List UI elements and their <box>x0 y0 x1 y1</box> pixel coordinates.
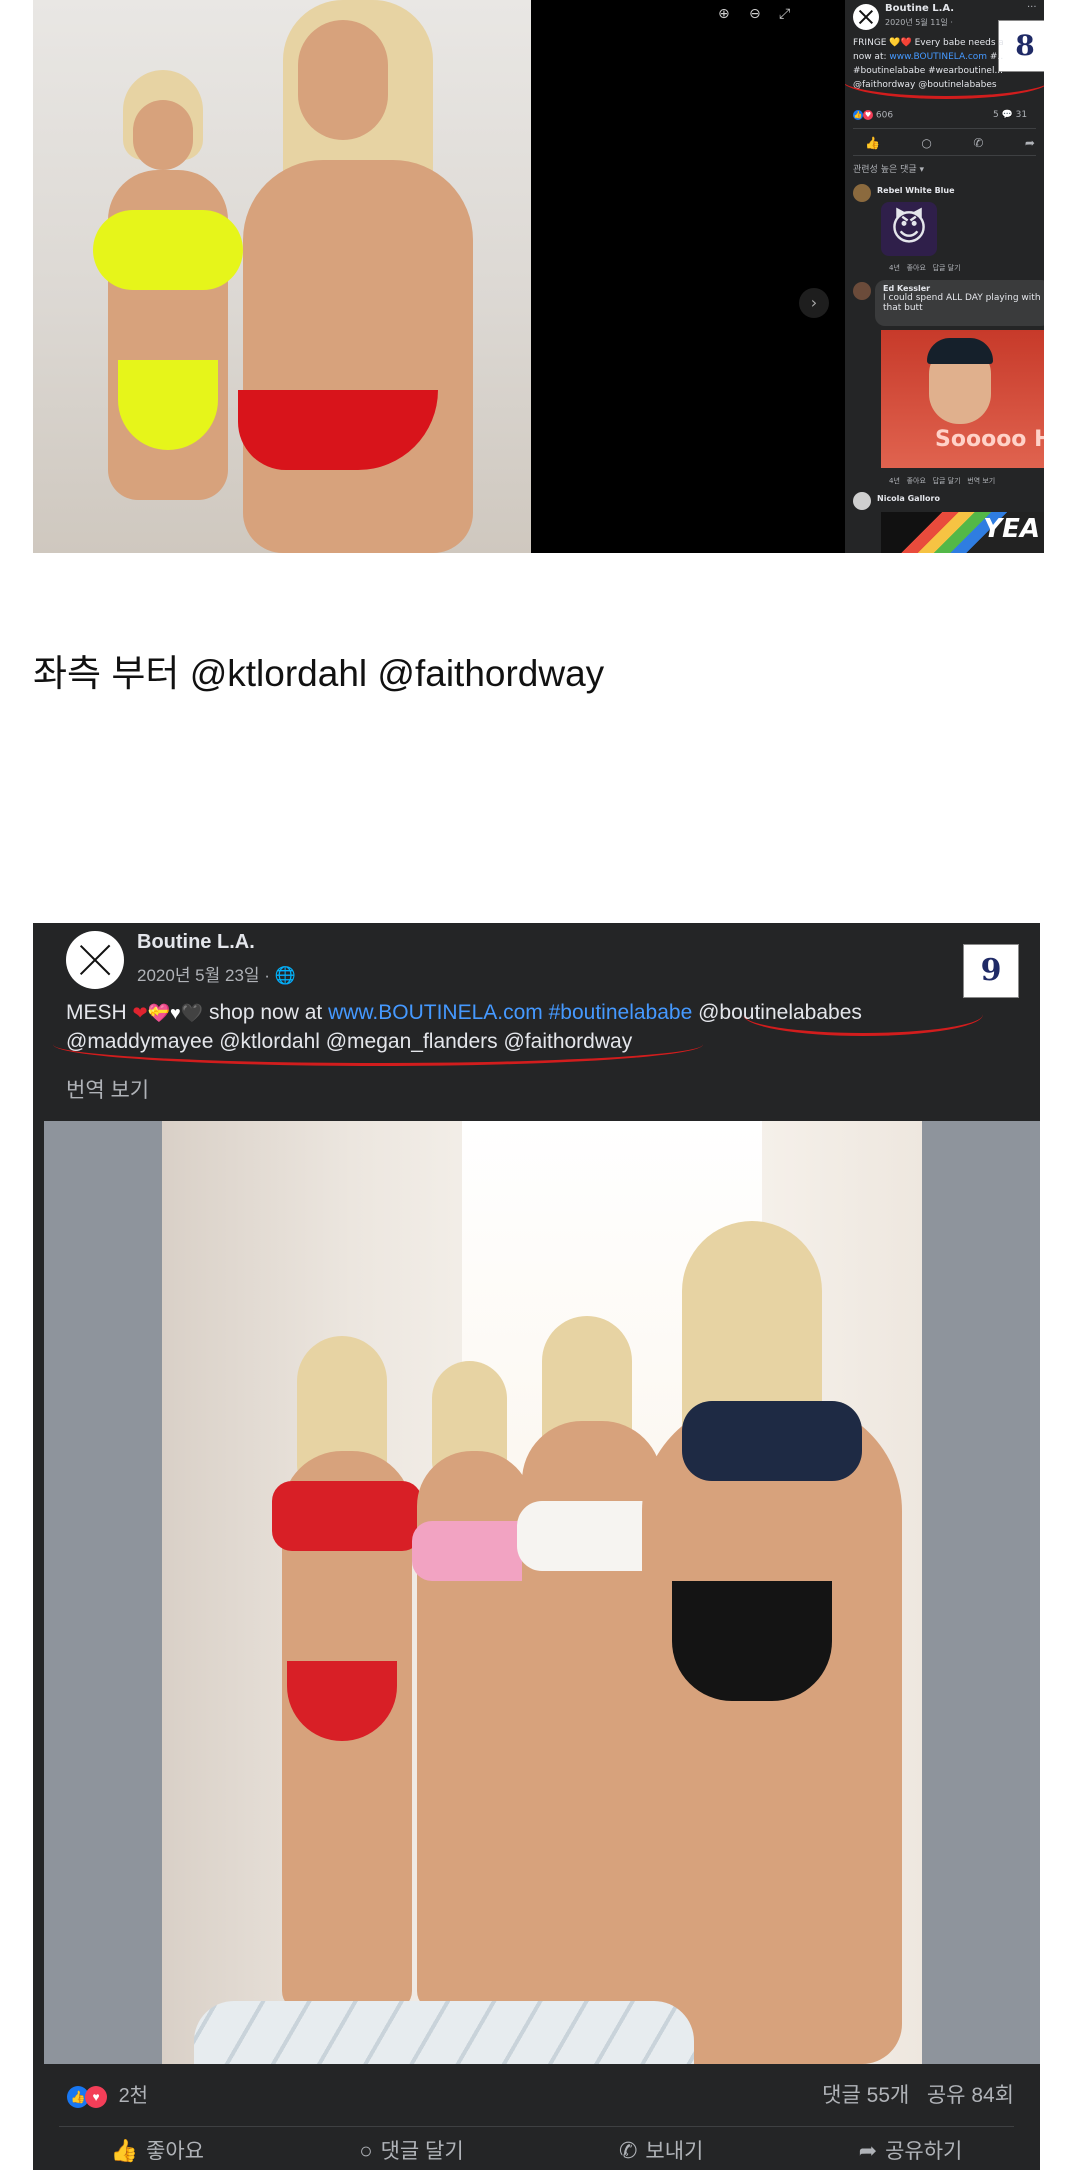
reaction-count: 2천 <box>118 2085 149 2107</box>
see-translation-link[interactable]: 번역 보기 <box>66 1074 149 1104</box>
gif-image: Sooooo Ho <box>881 330 1044 468</box>
photo-background <box>162 1121 922 2064</box>
website-link[interactable]: www.BOUTINELA.com <box>328 1001 543 1024</box>
gif-caption: YEA <box>983 514 1040 544</box>
commenter-avatar[interactable] <box>853 282 871 300</box>
love-reaction-icon: ♥ <box>85 2085 107 2108</box>
post-8-side-panel: Boutine L.A. 2020년 5월 11일 · ··· 8 FRINGE… <box>845 0 1044 553</box>
article-caption: 좌측 부터 @ktlordahl @faithordway <box>33 653 605 694</box>
bed-edge <box>194 2001 694 2064</box>
zoom-out-icon[interactable]: ⊖ <box>749 6 761 22</box>
sticker-image: 😈 <box>881 202 937 256</box>
shares-count[interactable]: 공유 84회 <box>927 2084 1014 2107</box>
messenger-icon: ✆ <box>618 2138 638 2163</box>
page-name[interactable]: Boutine L.A. <box>885 3 954 14</box>
commenter-name[interactable]: Rebel White Blue <box>877 186 955 195</box>
comment-text: that butt <box>883 303 923 313</box>
comment-meta[interactable]: 4년 좋아요 답글 달기 번역 보기 <box>889 476 995 486</box>
share-icon: ➦ <box>858 2138 878 2163</box>
more-options-icon[interactable]: ··· <box>1027 2 1037 13</box>
reaction-summary[interactable]: 👍 ♥ 606 <box>853 110 893 121</box>
commenter-avatar[interactable] <box>853 492 871 510</box>
post-date[interactable]: 2020년 5월 23일 · 🌐 <box>137 961 296 986</box>
divider <box>59 2126 1014 2127</box>
send-button[interactable]: ✆ 보내기 <box>619 2135 703 2165</box>
whatsapp-icon[interactable]: ✆ <box>973 136 983 150</box>
white-heart-icon: ♥ <box>170 1003 181 1023</box>
love-reaction-icon: ♥ <box>863 110 873 120</box>
post-9-photo[interactable] <box>44 1121 1040 2064</box>
like-label: 좋아요 <box>146 2140 204 2163</box>
share-label: 공유하기 <box>885 2140 963 2163</box>
post-8-photo <box>33 0 531 553</box>
post-text: MESH <box>66 1001 133 1024</box>
reaction-count: 606 <box>875 110 894 121</box>
fullscreen-icon[interactable]: ⤢ <box>779 6 790 22</box>
action-bar: 👍 좋아요 ○ 댓글 달기 ✆ 보내기 ➦ 공유하기 <box>33 2135 1040 2165</box>
comment-meta[interactable]: 4년 좋아요 답글 달기 <box>889 263 961 273</box>
send-label: 보내기 <box>645 2140 704 2163</box>
comment-label: 댓글 달기 <box>380 2140 464 2163</box>
heart-ribbon-icon: 💝 <box>147 1003 171 1023</box>
comment-share-counts[interactable]: 5 💬 31 <box>993 110 1027 120</box>
photo-viewer: ⊕ ⊖ ⤢ › <box>531 0 845 553</box>
commenter-name[interactable]: Ed Kessler <box>883 284 1044 293</box>
page-avatar[interactable] <box>66 931 124 989</box>
gif-caption: Sooooo Ho <box>935 427 1044 452</box>
page-avatar[interactable] <box>853 4 879 30</box>
reaction-summary[interactable]: 👍 ♥ 2천 <box>67 2079 148 2108</box>
gif-image: YEA <box>881 512 1044 553</box>
like-reaction-icon: 👍 <box>853 110 863 120</box>
like-icon[interactable]: 👍 <box>865 136 880 150</box>
caption-text: #... <box>989 52 1003 62</box>
divider <box>853 155 1036 156</box>
thumbs-up-icon: 👍 <box>110 2138 139 2163</box>
hashtag-link[interactable]: #boutinelababe <box>543 1001 693 1024</box>
commenter-name[interactable]: Nicola Galloro <box>877 494 940 503</box>
comment-text: I could spend ALL DAY playing with <box>883 293 1041 303</box>
globe-icon: 🌐 <box>274 966 296 985</box>
comments-count[interactable]: 댓글 55개 <box>822 2084 909 2107</box>
post-9-card: Boutine L.A. 2020년 5월 23일 · 🌐 9 MESH ❤💝♥… <box>33 923 1040 2170</box>
comment-sort-dropdown[interactable]: 관련성 높은 댓글 ▾ <box>853 162 924 175</box>
share-button[interactable]: ➦ 공유하기 <box>859 2135 963 2165</box>
red-underline-annotation <box>743 993 983 1036</box>
comment-icon[interactable]: ○ <box>921 136 931 150</box>
post-8-screenshot: ⊕ ⊖ ⤢ › Boutine L.A. 2020년 5월 11일 · ··· … <box>33 0 1044 553</box>
commenter-avatar[interactable] <box>853 184 871 202</box>
post-text: shop now at <box>203 1001 329 1024</box>
page-name[interactable]: Boutine L.A. <box>137 931 255 954</box>
red-underline-annotation <box>53 1023 703 1066</box>
zoom-in-icon[interactable]: ⊕ <box>718 6 730 22</box>
comment-button[interactable]: ○ 댓글 달기 <box>359 2135 463 2165</box>
black-heart-icon: 🖤 <box>180 1003 204 1023</box>
shares-count: 31 <box>1015 110 1028 120</box>
like-button[interactable]: 👍 좋아요 <box>111 2135 204 2165</box>
red-underline-annotation <box>845 60 1044 99</box>
next-photo-button[interactable]: › <box>799 288 829 318</box>
divider <box>853 128 1036 129</box>
caption-text: now at: <box>853 52 890 62</box>
post-date-text: 2020년 5월 23일 · <box>137 966 275 985</box>
comments-count: 5 <box>993 110 999 120</box>
post-number-badge: 9 <box>963 944 1019 998</box>
post-stats: 댓글 55개 공유 84회 <box>822 2079 1014 2109</box>
caption-line: FRINGE 💛❤️ Every babe needs a fringe sho… <box>853 38 1003 48</box>
share-icon[interactable]: ➦ <box>1025 136 1035 150</box>
comment-icon: ○ <box>359 2138 373 2163</box>
action-bar: 👍 ○ ✆ ➦ <box>865 136 1035 150</box>
red-heart-icon: ❤ <box>132 1003 148 1023</box>
comment-bubble: Ed Kessler I could spend ALL DAY playing… <box>875 280 1044 326</box>
post-date: 2020년 5월 11일 · <box>885 18 953 27</box>
